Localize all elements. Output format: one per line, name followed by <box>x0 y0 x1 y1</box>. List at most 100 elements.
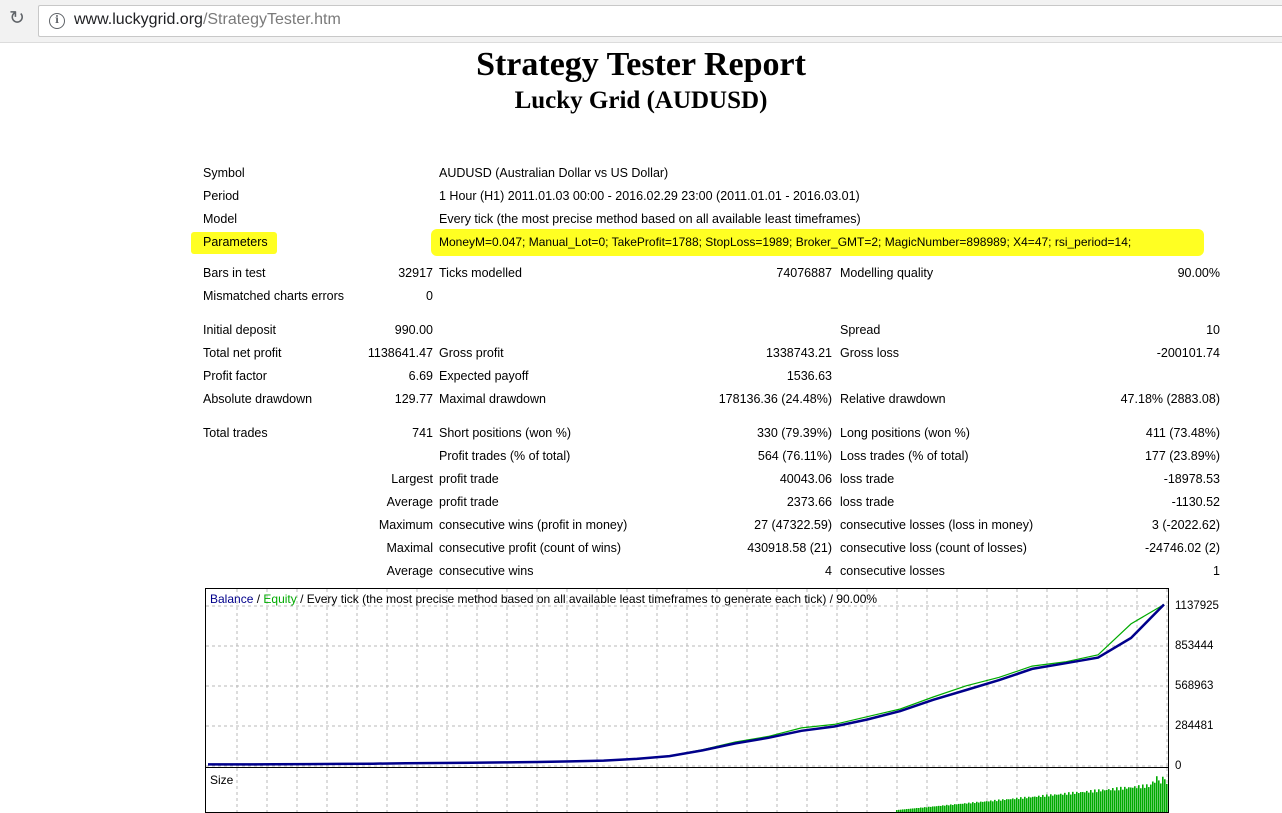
avg-wins-value: 4 <box>825 564 832 578</box>
size-bar <box>1070 794 1072 812</box>
size-bar <box>896 810 898 812</box>
size-bar <box>1022 798 1024 812</box>
ticks-label: Ticks modelled <box>439 266 522 280</box>
size-bar <box>1132 787 1134 812</box>
size-bar <box>924 807 926 812</box>
size-bar <box>1044 796 1046 812</box>
size-bar <box>1092 792 1094 812</box>
size-bar <box>1152 781 1154 812</box>
avg2-label: Average <box>386 564 433 578</box>
address-bar[interactable]: i www.luckygrid.org/StrategyTester.htm <box>38 5 1282 37</box>
trades-label: Total trades <box>203 426 268 440</box>
size-bar <box>1144 787 1146 812</box>
size-bar <box>910 808 912 812</box>
series-line-equity <box>208 603 1165 765</box>
size-bar <box>986 801 988 812</box>
size-bar <box>998 799 1000 812</box>
size-bar <box>938 805 940 812</box>
maxdd-label: Maximal drawdown <box>439 392 546 406</box>
size-bar <box>1026 798 1028 812</box>
size-bar <box>994 799 996 812</box>
size-bar <box>1140 788 1142 812</box>
size-bar <box>1076 791 1078 812</box>
long-value: 411 (73.48%) <box>1145 426 1220 440</box>
legend-equity: Equity <box>263 592 297 606</box>
info-icon[interactable]: i <box>49 13 65 29</box>
chart-legend: Balance / Equity / Every tick (the most … <box>210 592 877 606</box>
size-bar <box>934 806 936 812</box>
size-bar <box>1098 789 1100 812</box>
size-bar <box>964 803 966 812</box>
size-bar <box>1166 783 1168 812</box>
reldd-value: 47.18% (2883.08) <box>1120 392 1220 406</box>
size-bar <box>1080 792 1082 812</box>
size-bar <box>1116 787 1118 812</box>
size-bar <box>1150 784 1152 812</box>
size-bar <box>1002 799 1004 812</box>
size-bar <box>1146 784 1148 812</box>
size-bar <box>1010 799 1012 812</box>
size-bar <box>1066 794 1068 812</box>
size-bar <box>1126 788 1128 812</box>
size-bar <box>1004 800 1006 812</box>
size-bar <box>1038 795 1040 812</box>
size-bar <box>1046 794 1048 812</box>
model-label: Model <box>203 212 238 226</box>
pf-label: Profit factor <box>203 369 267 383</box>
size-bar <box>962 803 964 812</box>
size-bar <box>1036 796 1038 812</box>
size-bar <box>1106 789 1108 812</box>
size-bar <box>1040 796 1042 812</box>
y-tick-label: 568963 <box>1175 680 1214 692</box>
size-bar <box>1148 787 1150 812</box>
size-bar <box>932 806 934 812</box>
size-bar <box>1130 787 1132 812</box>
size-bar <box>956 804 958 812</box>
symbol-label: Symbol <box>203 166 245 180</box>
browser-toolbar: ↻ i www.luckygrid.org/StrategyTester.htm <box>0 0 1282 43</box>
size-bar <box>1020 797 1022 812</box>
quality-label: Modelling quality <box>840 266 934 280</box>
size-bar <box>1082 791 1084 812</box>
long-label: Long positions (won %) <box>840 426 970 440</box>
size-bar <box>954 804 956 812</box>
bars-label: Bars in test <box>203 266 266 280</box>
size-bar <box>1164 779 1166 812</box>
size-bar <box>1062 794 1064 812</box>
mismatch-value: 0 <box>426 289 433 303</box>
size-bar <box>966 803 968 812</box>
size-bar <box>1054 794 1056 812</box>
grossloss-value: -200101.74 <box>1156 346 1220 360</box>
report-title: Strategy Tester Report <box>476 46 806 83</box>
bars-value: 32917 <box>398 266 433 280</box>
size-bar <box>980 801 982 812</box>
reload-icon[interactable]: ↻ <box>6 8 28 30</box>
size-bar <box>928 806 930 812</box>
absdd-label: Absolute drawdown <box>203 392 313 406</box>
ticks-value: 74076887 <box>776 266 832 280</box>
size-bar <box>1012 798 1014 812</box>
largest-label: Largest <box>391 472 433 486</box>
size-bar <box>914 808 916 812</box>
size-chart-svg <box>236 768 1168 812</box>
payoff-label: Expected payoff <box>439 369 529 383</box>
series-line-balance <box>208 603 1165 766</box>
period-label: Period <box>203 189 240 203</box>
size-bar <box>1090 790 1092 812</box>
deposit-value: 990.00 <box>394 323 433 337</box>
size-bar <box>904 809 906 812</box>
size-bar <box>940 805 942 812</box>
size-bar <box>952 804 954 812</box>
size-bar <box>1160 783 1162 812</box>
size-bar <box>1048 796 1050 812</box>
largest-loss-value: -18978.53 <box>1163 472 1220 486</box>
maximal-label: Maximal <box>386 541 433 555</box>
ptrades-label: Profit trades (% of total) <box>439 449 571 463</box>
ltrades-value: 177 (23.89%) <box>1144 449 1220 463</box>
size-bar <box>1016 797 1018 812</box>
url-text[interactable]: www.luckygrid.org/StrategyTester.htm <box>74 11 341 29</box>
y-tick-label: 284481 <box>1175 720 1214 732</box>
size-bar <box>906 808 908 812</box>
maximal-loss-value: -24746.02 (2) <box>1144 541 1220 555</box>
ltrades-label: Loss trades (% of total) <box>840 449 969 463</box>
